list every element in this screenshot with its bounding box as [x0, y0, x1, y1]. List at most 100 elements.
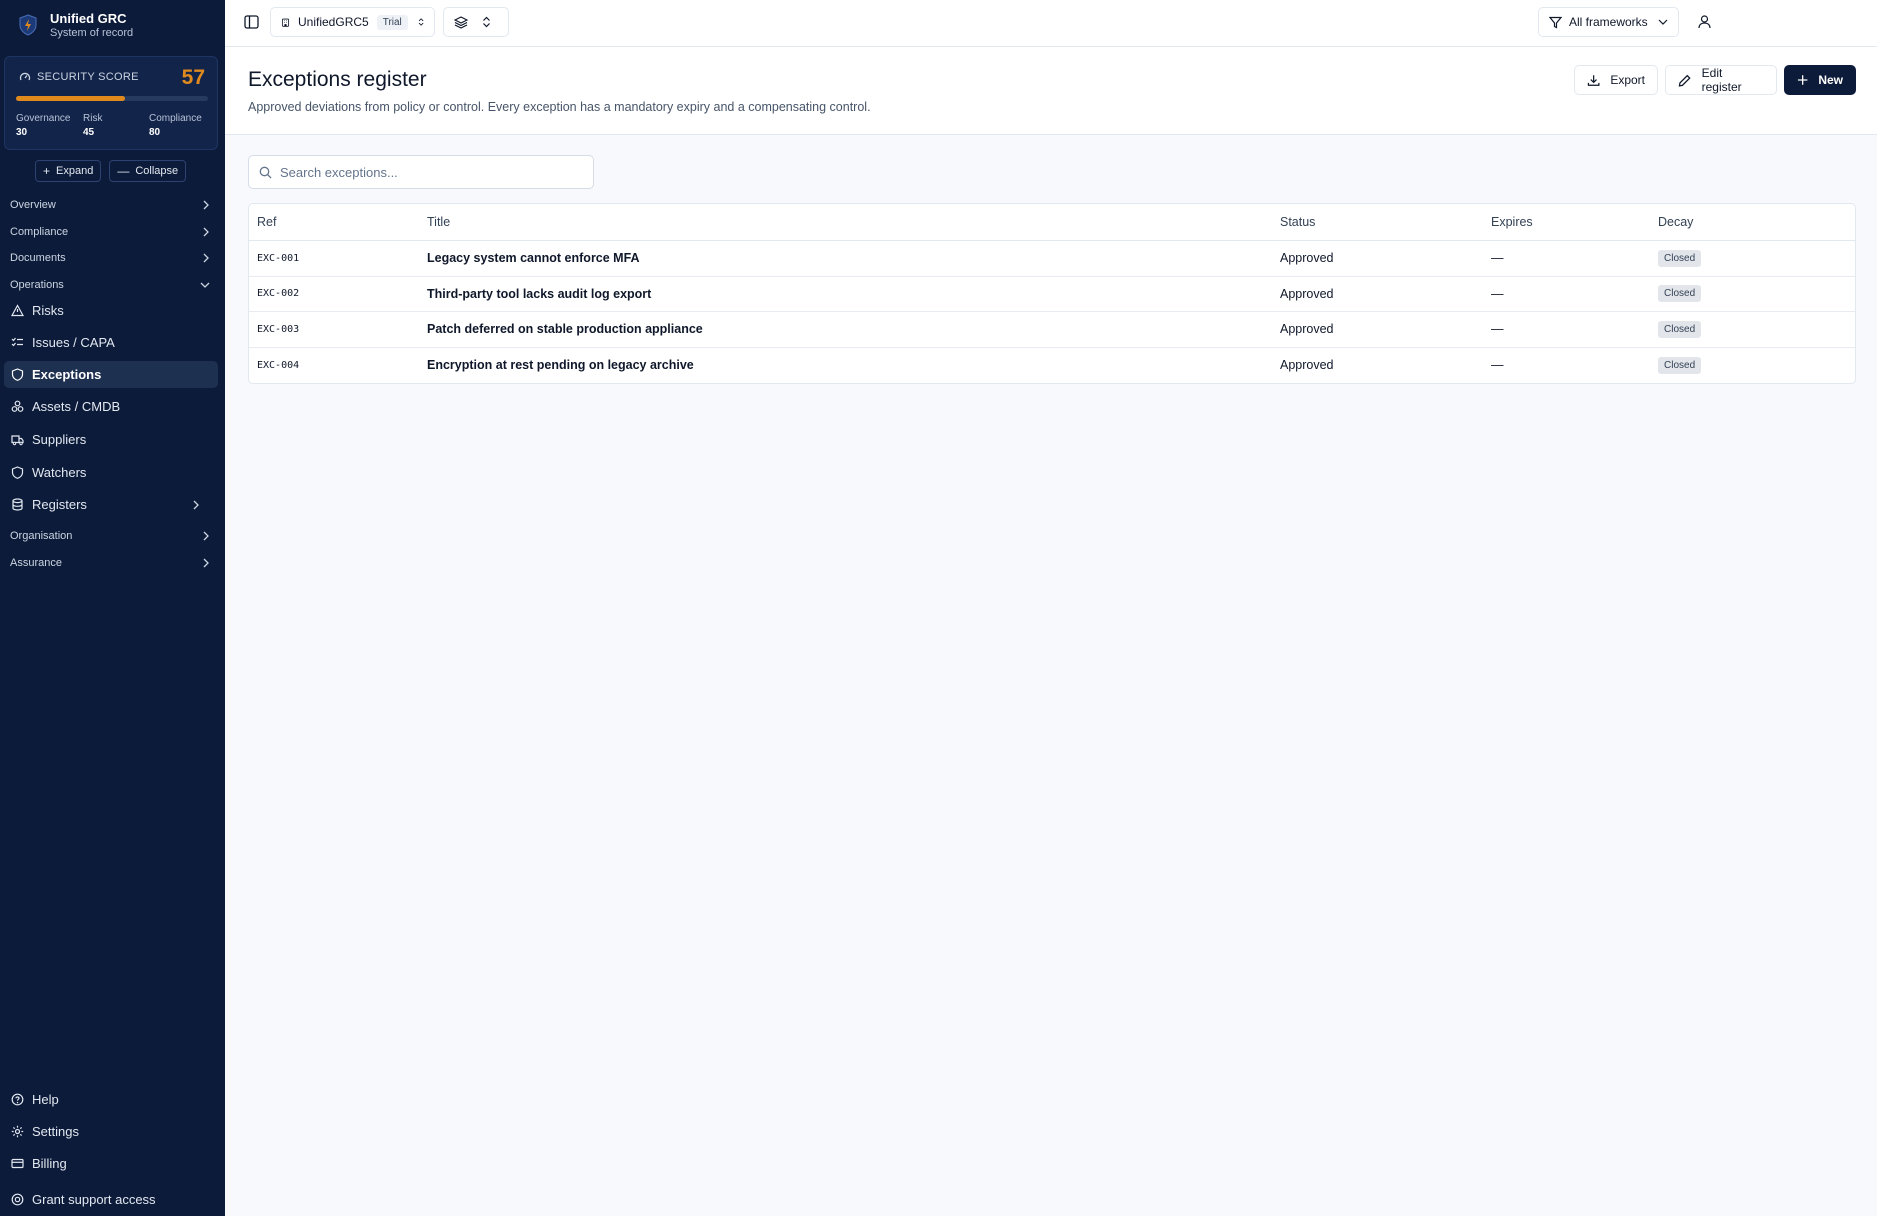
framework-filter[interactable]: All frameworks: [1538, 7, 1679, 37]
nav-section-label: Organisation: [10, 530, 73, 542]
sidebar-item-issues[interactable]: Issues / CAPA: [4, 329, 218, 356]
row-ref: EXC-004: [257, 359, 300, 371]
expand-collapse-row: + Expand — Collapse: [35, 160, 187, 182]
metric-value: 45: [83, 127, 95, 138]
chevron-up-down-icon: [483, 16, 490, 28]
sidebar-item-help[interactable]: Help: [4, 1086, 218, 1113]
download-icon: [1587, 74, 1600, 86]
pencil-icon: [1678, 74, 1691, 87]
row-title[interactable]: Encryption at rest pending on legacy arc…: [427, 358, 694, 372]
nav-section-compliance[interactable]: Compliance: [10, 224, 210, 240]
chevron-right-icon: [193, 500, 199, 509]
sidebar-item-exceptions[interactable]: Exceptions: [4, 361, 218, 388]
chevron-right-icon: [203, 253, 209, 263]
edit-register-button[interactable]: Edit register: [1665, 65, 1777, 95]
table-row[interactable]: EXC-003 Patch deferred on stable product…: [249, 312, 1855, 348]
shield-logo-icon: [19, 14, 37, 36]
metric-compliance: Compliance 80: [149, 112, 209, 140]
workspace-name: UnifiedGRC5: [298, 15, 369, 29]
nav-section-label: Overview: [10, 199, 56, 211]
plus-icon: [1797, 75, 1808, 85]
chevron-right-icon: [203, 531, 209, 541]
page-title: Exceptions register: [248, 68, 427, 91]
expand-button[interactable]: + Expand: [35, 160, 102, 182]
edit-register-label: Edit register: [1701, 66, 1742, 94]
metric-value: 30: [16, 127, 28, 138]
brand[interactable]: Unified GRC System of record: [0, 0, 225, 50]
table-row[interactable]: EXC-001 Legacy system cannot enforce MFA…: [249, 241, 1855, 277]
credit-card-icon: [11, 1158, 24, 1169]
chevron-down-icon: [200, 282, 210, 288]
user-icon[interactable]: [1698, 15, 1711, 29]
sidebar-item-risks[interactable]: Risks: [4, 297, 218, 324]
row-title[interactable]: Legacy system cannot enforce MFA: [427, 251, 640, 265]
nav-section-documents[interactable]: Documents: [10, 250, 210, 266]
security-score-value: 57: [181, 66, 205, 89]
security-score-label: SECURITY SCORE: [19, 71, 139, 83]
search-icon: [259, 166, 272, 178]
chevron-up-down-icon: [418, 18, 424, 26]
new-exception-button[interactable]: New: [1784, 65, 1856, 95]
workspace-switcher[interactable]: UnifiedGRC5 Trial: [270, 7, 435, 37]
row-status: Approved: [1280, 251, 1334, 266]
nav-section-organisation[interactable]: Organisation: [10, 528, 210, 544]
sidebar-item-watchers[interactable]: Watchers: [4, 459, 218, 486]
column-header-expires[interactable]: Expires: [1491, 215, 1533, 229]
nav-section-label: Operations: [10, 279, 64, 291]
export-label: Export: [1610, 73, 1645, 87]
column-header-title[interactable]: Title: [427, 215, 450, 229]
table-row[interactable]: EXC-004 Encryption at rest pending on le…: [249, 348, 1855, 384]
sidebar-item-billing[interactable]: Billing: [4, 1150, 218, 1177]
sidebar-item-label: Help: [32, 1092, 59, 1107]
sidebar-item-registers[interactable]: Registers: [4, 491, 218, 518]
table-row[interactable]: EXC-002 Third-party tool lacks audit log…: [249, 277, 1855, 312]
metric-label: Compliance: [149, 113, 202, 124]
metric-label: Risk: [83, 113, 103, 124]
chevron-right-icon: [203, 558, 209, 568]
new-label: New: [1818, 73, 1843, 87]
row-expires: —: [1491, 251, 1504, 266]
nav-section-overview[interactable]: Overview: [10, 197, 210, 213]
sidebar-item-grant-support[interactable]: Grant support access: [4, 1186, 218, 1213]
nav-section-label: Assurance: [10, 557, 62, 569]
sidebar-item-assets[interactable]: Assets / CMDB: [4, 393, 218, 420]
sidebar-item-label: Grant support access: [32, 1192, 156, 1207]
sidebar-item-suppliers[interactable]: Suppliers: [4, 426, 218, 453]
help-circle-icon: [11, 1093, 24, 1106]
security-score-card[interactable]: SECURITY SCORE 57 Governance 30 Risk 45 Co…: [4, 56, 218, 150]
nav-section-assurance[interactable]: Assurance: [10, 555, 210, 571]
metric-value: 80: [149, 127, 161, 138]
column-header-decay[interactable]: Decay: [1658, 215, 1693, 229]
row-status: Approved: [1280, 286, 1334, 301]
sidebar-item-settings[interactable]: Settings: [4, 1118, 218, 1145]
gear-icon: [11, 1125, 24, 1138]
security-score-bar: [16, 96, 208, 101]
gauge-icon: [19, 72, 31, 81]
row-status: Approved: [1280, 322, 1334, 337]
column-header-ref[interactable]: Ref: [257, 215, 276, 229]
metric-risk: Risk 45: [83, 112, 149, 140]
row-status: Approved: [1280, 358, 1334, 373]
row-decay-badge: Closed: [1658, 320, 1702, 338]
nav-section-operations[interactable]: Operations: [10, 277, 210, 293]
lifebuoy-icon: [11, 1193, 24, 1206]
export-button[interactable]: Export: [1574, 65, 1658, 95]
row-expires: —: [1491, 322, 1504, 337]
table-header: Ref Title Status Expires Decay: [249, 204, 1855, 241]
sidebar-item-label: Registers: [32, 497, 87, 512]
plan-badge: Trial: [376, 14, 408, 30]
search-box[interactable]: [248, 155, 594, 189]
row-expires: —: [1491, 358, 1504, 373]
checklist-icon: [11, 337, 23, 347]
layer-switcher[interactable]: [443, 7, 509, 37]
collapse-button[interactable]: — Collapse: [109, 160, 187, 182]
sidebar-toggle-icon[interactable]: [244, 15, 259, 29]
search-input[interactable]: [280, 164, 580, 180]
minus-icon: —: [117, 164, 130, 178]
row-title[interactable]: Third-party tool lacks audit log export: [427, 287, 651, 301]
page-description: Approved deviations from policy or contr…: [248, 100, 871, 114]
sidebar-item-label: Billing: [32, 1156, 67, 1171]
column-header-status[interactable]: Status: [1280, 215, 1315, 229]
exceptions-table: Ref Title Status Expires Decay EXC-001 L…: [248, 203, 1856, 384]
row-title[interactable]: Patch deferred on stable production appl…: [427, 322, 703, 336]
